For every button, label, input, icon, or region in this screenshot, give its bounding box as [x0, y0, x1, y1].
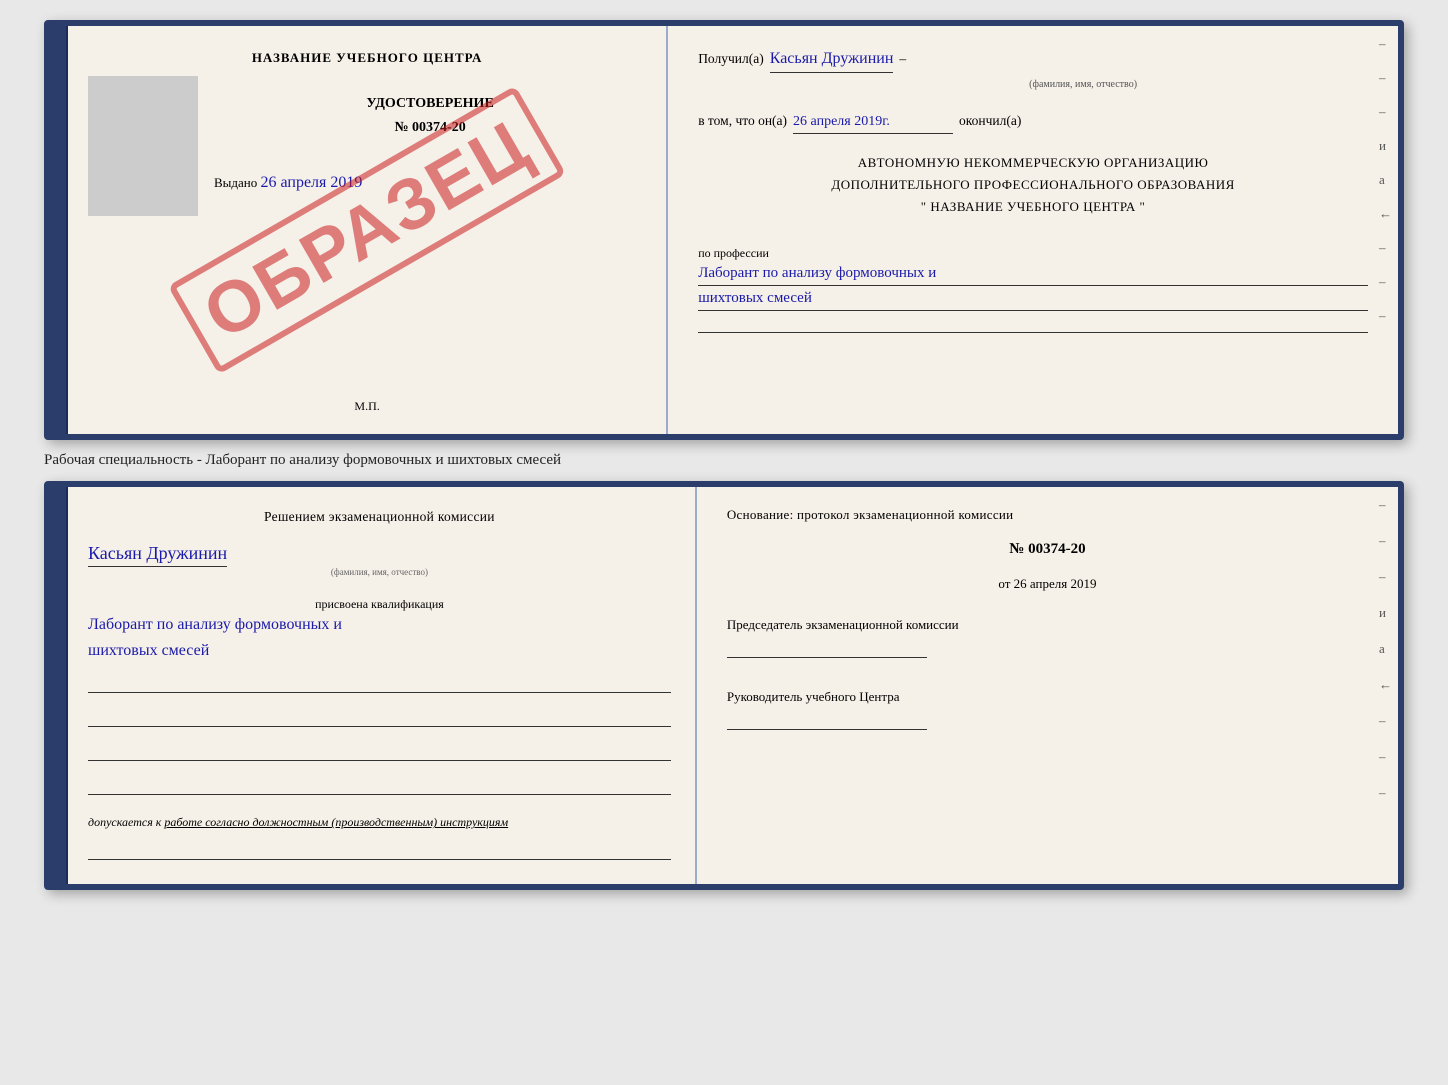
in-that-line: в том, что он(а) 26 апреля 2019г. окончи… — [698, 110, 1368, 134]
person-name-bottom: Касьян Дружинин — [88, 543, 227, 567]
kvalf-label: присвоена квалификация — [88, 597, 671, 612]
specialty-line: Рабочая специальность - Лаборант по анал… — [44, 450, 561, 471]
blank-line-4 — [88, 743, 671, 761]
ruk-block: Руководитель учебного Центра — [727, 686, 1368, 730]
dopusk-text-value: работе согласно должностным (производств… — [164, 815, 508, 829]
profession-value-1: Лаборант по анализу формовочных и — [698, 261, 1368, 286]
ruk-sign-line — [727, 712, 927, 730]
top-certificate: НАЗВАНИЕ УЧЕБНОГО ЦЕНТРА УДОСТОВЕРЕНИЕ №… — [44, 20, 1404, 440]
finished-label: окончил(а) — [959, 110, 1021, 132]
predsed-title: Председатель экзаменационной комиссии — [727, 614, 1368, 636]
predsed-sign-line — [727, 640, 927, 658]
blank-line-1 — [698, 315, 1368, 333]
recipient-name: Касьян Дружинин — [770, 46, 894, 73]
ruk-title: Руководитель учебного Центра — [727, 686, 1368, 708]
name-block-bottom: Касьян Дружинин (фамилия, имя, отчество) — [88, 543, 671, 577]
komissia-title: Решением экзаменационной комиссии — [88, 507, 671, 527]
blank-line-6 — [88, 842, 671, 860]
osnov-text: Основание: протокол экзаменационной коми… — [727, 507, 1368, 523]
profession-label: по профессии — [698, 246, 1368, 261]
protocol-date-value: 26 апреля 2019 — [1014, 576, 1097, 591]
blank-line-5 — [88, 777, 671, 795]
protocol-date: от 26 апреля 2019 — [727, 576, 1368, 592]
bottom-cert-left-page: Решением экзаменационной комиссии Касьян… — [68, 487, 697, 884]
bottom-certificate: Решением экзаменационной комиссии Касьян… — [44, 481, 1404, 890]
in-that-label: в том, что он(а) — [698, 110, 787, 132]
org-name: " НАЗВАНИЕ УЧЕБНОГО ЦЕНТРА " — [698, 196, 1368, 218]
id-card-body: УДОСТОВЕРЕНИЕ № 00374-20 Выдано 26 апрел… — [88, 76, 646, 391]
issued-label: Выдано — [214, 175, 257, 190]
right-side-marks-bottom: – – – и а ← – – – — [1379, 497, 1392, 801]
predsed-block: Председатель экзаменационной комиссии — [727, 614, 1368, 658]
kvalf-value-1: Лаборант по анализу формовочных и — [88, 612, 671, 638]
dopusk-prefix: допускается к — [88, 815, 161, 829]
mp-label: М.П. — [354, 399, 379, 414]
kvalf-block: присвоена квалификация Лаборант по анали… — [88, 597, 671, 663]
received-label: Получил(а) — [698, 48, 764, 70]
right-side-marks-top: – – – и а ← – – – — [1379, 36, 1392, 324]
blank-line-2 — [88, 675, 671, 693]
received-line: Получил(а) Касьян Дружинин – — [698, 46, 1368, 73]
issued-date-value: 26 апреля 2019 — [261, 174, 363, 191]
dopusk-block: допускается к работе согласно должностны… — [88, 815, 671, 830]
name-caption-bottom: (фамилия, имя, отчество) — [88, 567, 671, 577]
id-title: УДОСТОВЕРЕНИЕ — [214, 96, 646, 112]
id-info: УДОСТОВЕРЕНИЕ № 00374-20 Выдано 26 апрел… — [214, 76, 646, 391]
id-number: № 00374-20 — [214, 120, 646, 136]
name-subtext-top: (фамилия, имя, отчество) — [798, 79, 1368, 90]
training-center-name-top: НАЗВАНИЕ УЧЕБНОГО ЦЕНТРА — [252, 50, 483, 66]
org-line1: АВТОНОМНУЮ НЕКОММЕРЧЕСКУЮ ОРГАНИЗАЦИЮ — [698, 152, 1368, 174]
top-cert-right-page: Получил(а) Касьян Дружинин – (фамилия, и… — [668, 26, 1398, 434]
cert-spine-top — [50, 26, 68, 434]
kvalf-value-2: шихтовых смесей — [88, 638, 671, 664]
org-block: АВТОНОМНУЮ НЕКОММЕРЧЕСКУЮ ОРГАНИЗАЦИЮ ДО… — [698, 152, 1368, 218]
cert-spine-bottom — [50, 487, 68, 884]
completion-date: 26 апреля 2019г. — [793, 111, 953, 134]
top-cert-left-page: НАЗВАНИЕ УЧЕБНОГО ЦЕНТРА УДОСТОВЕРЕНИЕ №… — [68, 26, 668, 434]
bottom-cert-right-page: Основание: протокол экзаменационной коми… — [697, 487, 1398, 884]
org-line2: ДОПОЛНИТЕЛЬНОГО ПРОФЕССИОНАЛЬНОГО ОБРАЗО… — [698, 174, 1368, 196]
protocol-date-prefix: от — [998, 576, 1010, 591]
profession-value-2: шихтовых смесей — [698, 286, 1368, 311]
profession-block: по профессии Лаборант по анализу формово… — [698, 246, 1368, 333]
photo-placeholder — [88, 76, 198, 216]
protocol-number: № 00374-20 — [727, 541, 1368, 558]
blank-line-3 — [88, 709, 671, 727]
id-issued-date: Выдано 26 апреля 2019 — [214, 174, 646, 192]
